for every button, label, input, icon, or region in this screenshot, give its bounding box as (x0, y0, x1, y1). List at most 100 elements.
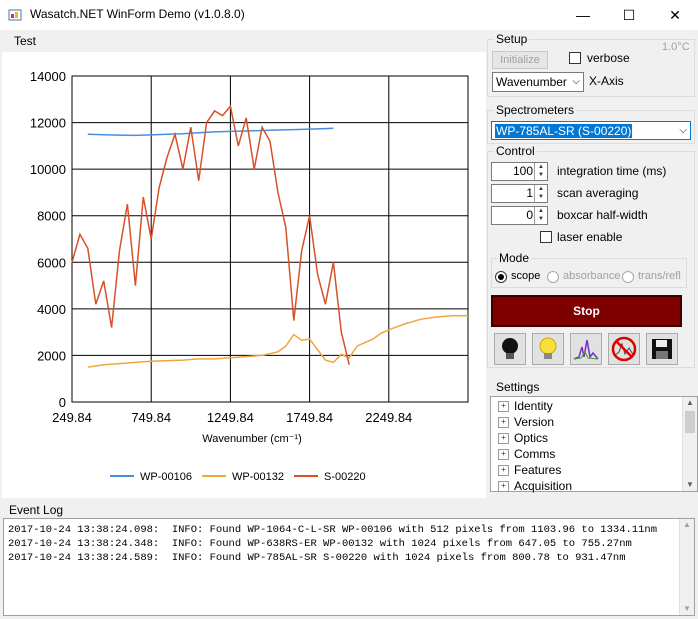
spin-arrows-icon[interactable]: ▲ ▼ (534, 163, 547, 180)
log-line: 2017-10-24 13:38:24.098: INFO: Found WP-… (8, 524, 658, 536)
setup-group-title: Setup (494, 32, 530, 46)
legend-label: WP-00132 (232, 471, 284, 483)
x-tick-label: 1249.84 (207, 410, 254, 425)
integration-time-value: 100 (512, 164, 533, 178)
expand-plus-icon[interactable]: + (498, 464, 509, 476)
lightbulb-on-icon (539, 337, 557, 359)
y-tick-label: 10000 (30, 162, 66, 177)
x-axis-label: X-Axis (589, 74, 624, 88)
laser-off-button[interactable] (494, 333, 526, 365)
expand-plus-icon[interactable]: + (498, 432, 509, 444)
initialize-button[interactable]: Initialize (492, 51, 548, 69)
boxcar-value: 0 (526, 208, 533, 222)
settings-tree-items: + Identity + Version + Optics + Comms + Featu… (490, 397, 680, 494)
integration-time-label: integration time (ms) (557, 164, 667, 178)
laser-on-button[interactable] (532, 333, 564, 365)
y-tick-label: 14000 (30, 69, 66, 84)
tree-item-identity[interactable]: + Identity (498, 398, 553, 414)
mode-scope-radio[interactable] (495, 271, 507, 283)
minimize-button[interactable]: — (560, 0, 606, 30)
y-tick-label: 6000 (37, 255, 66, 270)
scroll-up-icon[interactable]: ▲ (680, 519, 694, 531)
spectrum-icon (573, 339, 599, 360)
y-tick-label: 0 (59, 395, 66, 410)
laser-enable-label: laser enable (557, 230, 623, 244)
floppy-disk-icon (652, 339, 672, 359)
spectrum-chart: 0 2000 4000 6000 8000 10000 12000 14000 249.84 74… (30, 69, 469, 483)
tree-item-features[interactable]: + Features (498, 462, 561, 478)
scan-averaging-value: 1 (526, 186, 533, 200)
event-log-scrollbar[interactable]: ▲ ▼ (679, 519, 694, 615)
x-tick-label: 749.84 (131, 410, 171, 425)
verbose-label: verbose (587, 51, 630, 65)
y-tick-label: 12000 (30, 116, 66, 131)
save-button[interactable] (646, 333, 678, 365)
chart-panel: 0 2000 4000 6000 8000 10000 12000 14000 249.84 74… (2, 52, 486, 498)
tree-item-comms[interactable]: + Comms (498, 446, 555, 462)
lightbulb-off-icon (502, 338, 518, 359)
spectrometers-group-title: Spectrometers (494, 103, 577, 117)
y-tick-label: 4000 (37, 302, 66, 317)
x-tick-label: 2249.84 (365, 410, 412, 425)
minimize-icon: — (576, 7, 590, 23)
app-icon (8, 8, 22, 22)
scroll-down-icon[interactable]: ▼ (683, 479, 697, 491)
scroll-down-icon[interactable]: ▼ (680, 603, 694, 615)
chevron-down-icon: ⌵ (679, 125, 687, 136)
expand-plus-icon[interactable]: + (498, 480, 509, 492)
mode-scope-label: scope (511, 270, 541, 282)
control-group-title: Control (494, 144, 537, 158)
close-button[interactable]: ✕ (652, 0, 698, 30)
event-log[interactable]: 2017-10-24 13:38:24.098: INFO: Found WP-… (3, 518, 695, 616)
tab-strip (0, 30, 486, 52)
boxcar-input[interactable]: 0 ▲ ▼ (491, 206, 548, 225)
expand-plus-icon[interactable]: + (498, 400, 509, 412)
clear-button[interactable] (608, 333, 640, 365)
integration-time-input[interactable]: 100 ▲ ▼ (491, 162, 548, 181)
boxcar-label: boxcar half-width (557, 208, 648, 222)
tree-item-optics[interactable]: + Optics (498, 430, 548, 446)
tree-item-acquisition[interactable]: + Acquisition (498, 478, 572, 494)
spin-arrows-icon[interactable]: ▲ ▼ (534, 207, 547, 224)
settings-scrollbar[interactable]: ▲ ▼ (682, 397, 697, 491)
window-title: Wasatch.NET WinForm Demo (v1.0.8.0) (30, 7, 245, 21)
y-tick-label: 2000 (37, 348, 66, 363)
scroll-up-icon[interactable]: ▲ (683, 397, 697, 409)
scan-averaging-input[interactable]: 1 ▲ ▼ (491, 184, 548, 203)
settings-title: Settings (494, 380, 542, 394)
y-tick-label: 8000 (37, 209, 66, 224)
maximize-button[interactable]: ☐ (606, 0, 652, 30)
verbose-checkbox[interactable] (569, 52, 581, 64)
x-tick-label: 1749.84 (286, 410, 333, 425)
log-line: 2017-10-24 13:38:24.348: INFO: Found WP-… (8, 538, 632, 550)
no-spectrum-icon (611, 336, 637, 362)
legend-label: WP-00106 (140, 471, 192, 483)
x-tick-label: 249.84 (52, 410, 92, 425)
scroll-thumb[interactable] (685, 411, 695, 433)
tree-item-version[interactable]: + Version (498, 414, 554, 430)
expand-plus-icon[interactable]: + (498, 448, 509, 460)
temperature-readout: 1.0°C (662, 41, 690, 53)
x-axis-label: Wavenumber (cm⁻¹) (202, 433, 302, 445)
mode-absorbance-label: absorbance (563, 270, 621, 282)
maximize-icon: ☐ (622, 6, 636, 23)
spectrometer-select[interactable]: WP-785AL-SR (S-00220) ⌵ (491, 121, 691, 140)
stop-button[interactable]: Stop (491, 295, 682, 327)
x-axis-select[interactable]: Wavenumber ⌵ (492, 72, 584, 92)
expand-plus-icon[interactable]: + (498, 416, 509, 428)
chevron-down-icon: ⌵ (572, 76, 580, 87)
spectrum-button[interactable] (570, 333, 602, 365)
mode-transrefl-radio[interactable] (622, 271, 634, 283)
log-line: 2017-10-24 13:38:24.589: INFO: Found WP-… (8, 552, 626, 564)
spin-arrows-icon[interactable]: ▲ ▼ (534, 185, 547, 202)
mode-transrefl-label: trans/refl (638, 270, 681, 282)
event-log-title: Event Log (9, 503, 64, 517)
mode-group-title: Mode (497, 251, 532, 265)
close-icon: ✕ (669, 6, 681, 23)
tab-test[interactable]: Test (14, 34, 36, 48)
x-axis-select-value: Wavenumber (496, 75, 567, 89)
mode-absorbance-radio[interactable] (547, 271, 559, 283)
scan-averaging-label: scan averaging (557, 186, 639, 200)
laser-enable-checkbox[interactable] (540, 231, 552, 243)
legend-label: S-00220 (324, 471, 366, 483)
